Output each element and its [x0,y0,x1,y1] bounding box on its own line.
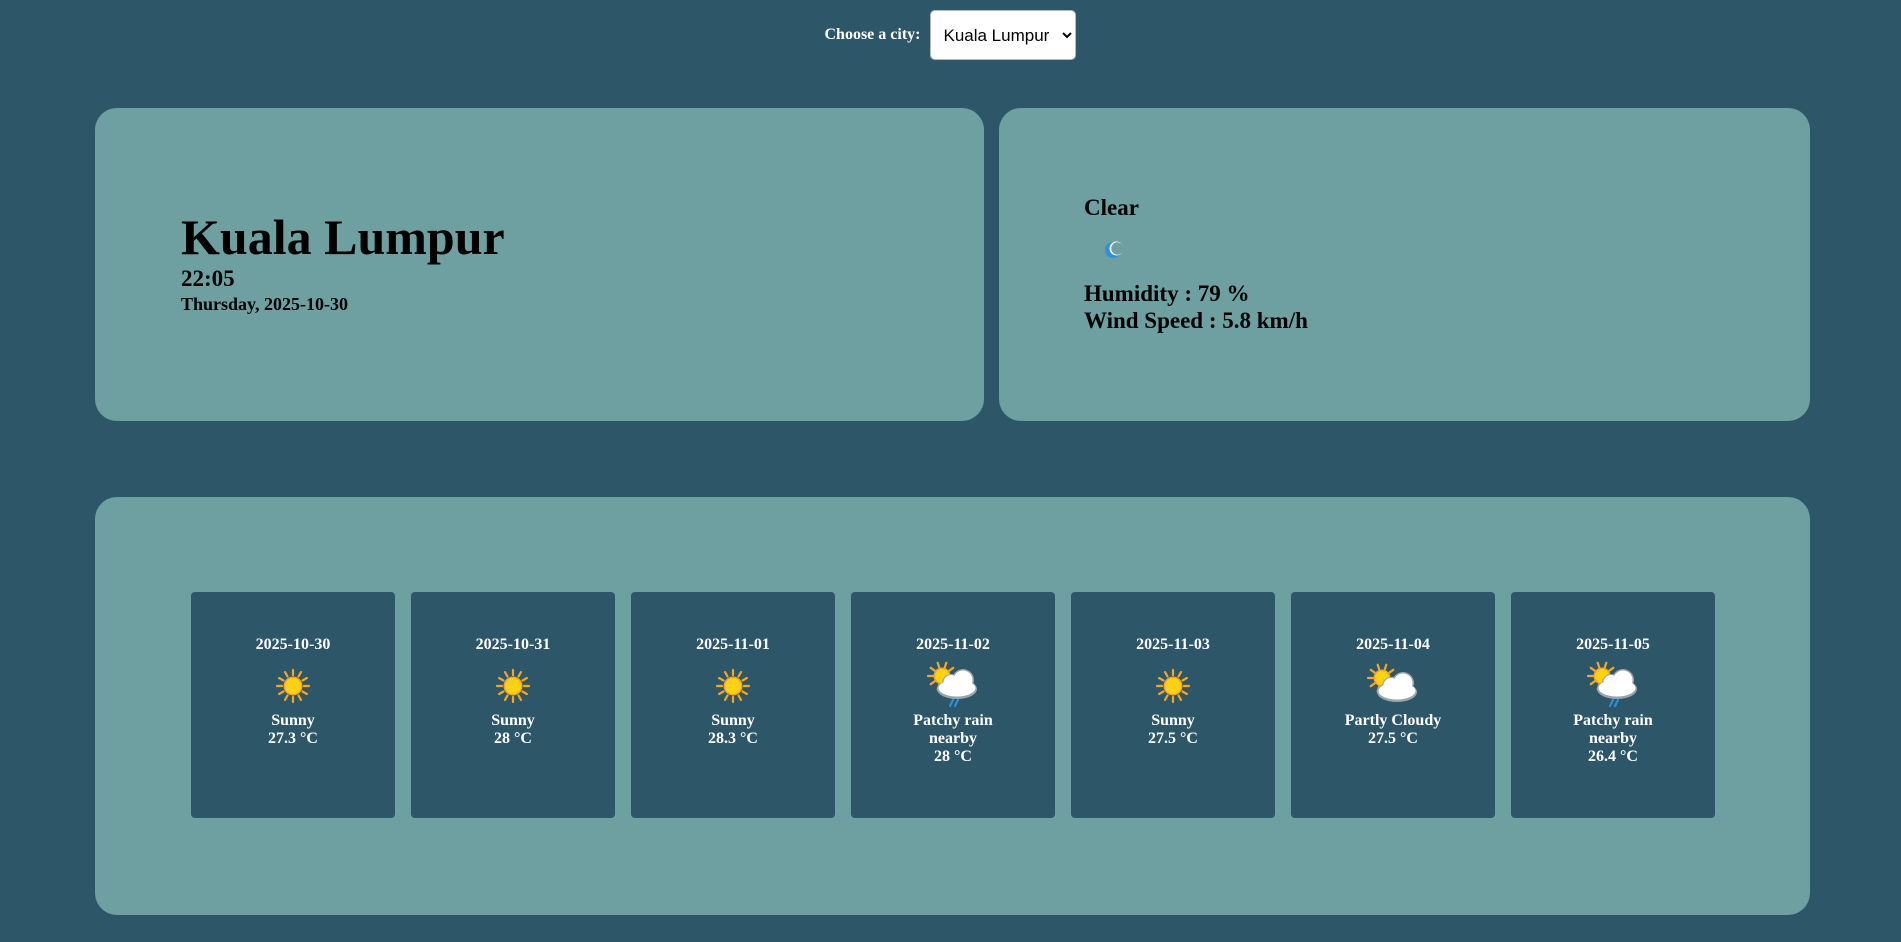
current-weather-panel: Clear Humidity : 79 % Wind Speed : 5.8 k… [999,108,1810,421]
forecast-temp: 28.3 °C [708,730,758,747]
sunny-icon [275,668,311,704]
forecast-date: 2025-11-05 [1576,636,1650,653]
forecast-temp: 28 °C [934,748,972,765]
forecast-date: 2025-11-01 [696,636,770,653]
forecast-date: 2025-11-02 [916,636,990,653]
forecast-temp: 26.4 °C [1588,748,1638,765]
forecast-condition: Sunny [491,712,535,729]
patchy-rain-icon [1586,661,1637,708]
forecast-condition: Patchy rain nearby [913,712,993,747]
forecast-temp: 27.3 °C [268,730,318,747]
forecast-day-card: 2025-11-02 Patchy rain nearby 28 °C [851,592,1055,818]
local-time: 22:05 [181,266,235,291]
forecast-day-card: 2025-11-03 Sunny 27.5 °C [1071,592,1275,818]
city-picker: Choose a city: Kuala Lumpur [0,10,1901,60]
city-picker-label: Choose a city: [824,26,921,43]
forecast-date: 2025-10-30 [255,636,331,653]
location-panel: Kuala Lumpur 22:05 Thursday, 2025-10-30 [95,108,984,421]
local-date: Thursday, 2025-10-30 [181,294,349,314]
forecast-condition: Sunny [271,712,315,729]
forecast-condition: Partly Cloudy [1344,712,1442,729]
crescent-moon-icon [1105,241,1124,258]
patchy-rain-icon [926,661,977,708]
sunny-icon [715,668,751,704]
forecast-date: 2025-11-03 [1136,636,1210,653]
forecast-list: 2025-10-30 Sunny 27.3 °C 2025-10-31 Sunn… [191,592,1715,818]
forecast-date: 2025-10-31 [475,636,551,653]
sunny-icon [1155,668,1191,704]
forecast-temp: 27.5 °C [1368,730,1418,747]
forecast-day-card: 2025-11-05 Patchy rain nearby 26.4 °C [1511,592,1715,818]
forecast-date: 2025-11-04 [1356,636,1430,653]
forecast-day-card: 2025-11-01 Sunny 28.3 °C [631,592,835,818]
forecast-day-card: 2025-10-30 Sunny 27.3 °C [191,592,395,818]
city-select[interactable]: Kuala Lumpur [930,10,1077,60]
humidity: Humidity : 79 % [1084,281,1250,306]
forecast-temp: 28 °C [494,730,532,747]
forecast-condition: Sunny [711,712,755,729]
forecast-panel: 2025-10-30 Sunny 27.3 °C 2025-10-31 Sunn… [95,497,1810,915]
forecast-condition: Patchy rain nearby [1573,712,1653,747]
current-condition: Clear [1084,195,1139,220]
forecast-temp: 27.5 °C [1148,730,1198,747]
sunny-icon [495,668,531,704]
partly-cloudy-icon [1366,663,1417,702]
wind-speed: Wind Speed : 5.8 km/h [1084,308,1308,333]
city-name: Kuala Lumpur [181,209,505,265]
forecast-day-card: 2025-11-04 Partly Cloudy 27.5 °C [1291,592,1495,818]
forecast-day-card: 2025-10-31 Sunny 28 °C [411,592,615,818]
forecast-condition: Sunny [1151,712,1195,729]
